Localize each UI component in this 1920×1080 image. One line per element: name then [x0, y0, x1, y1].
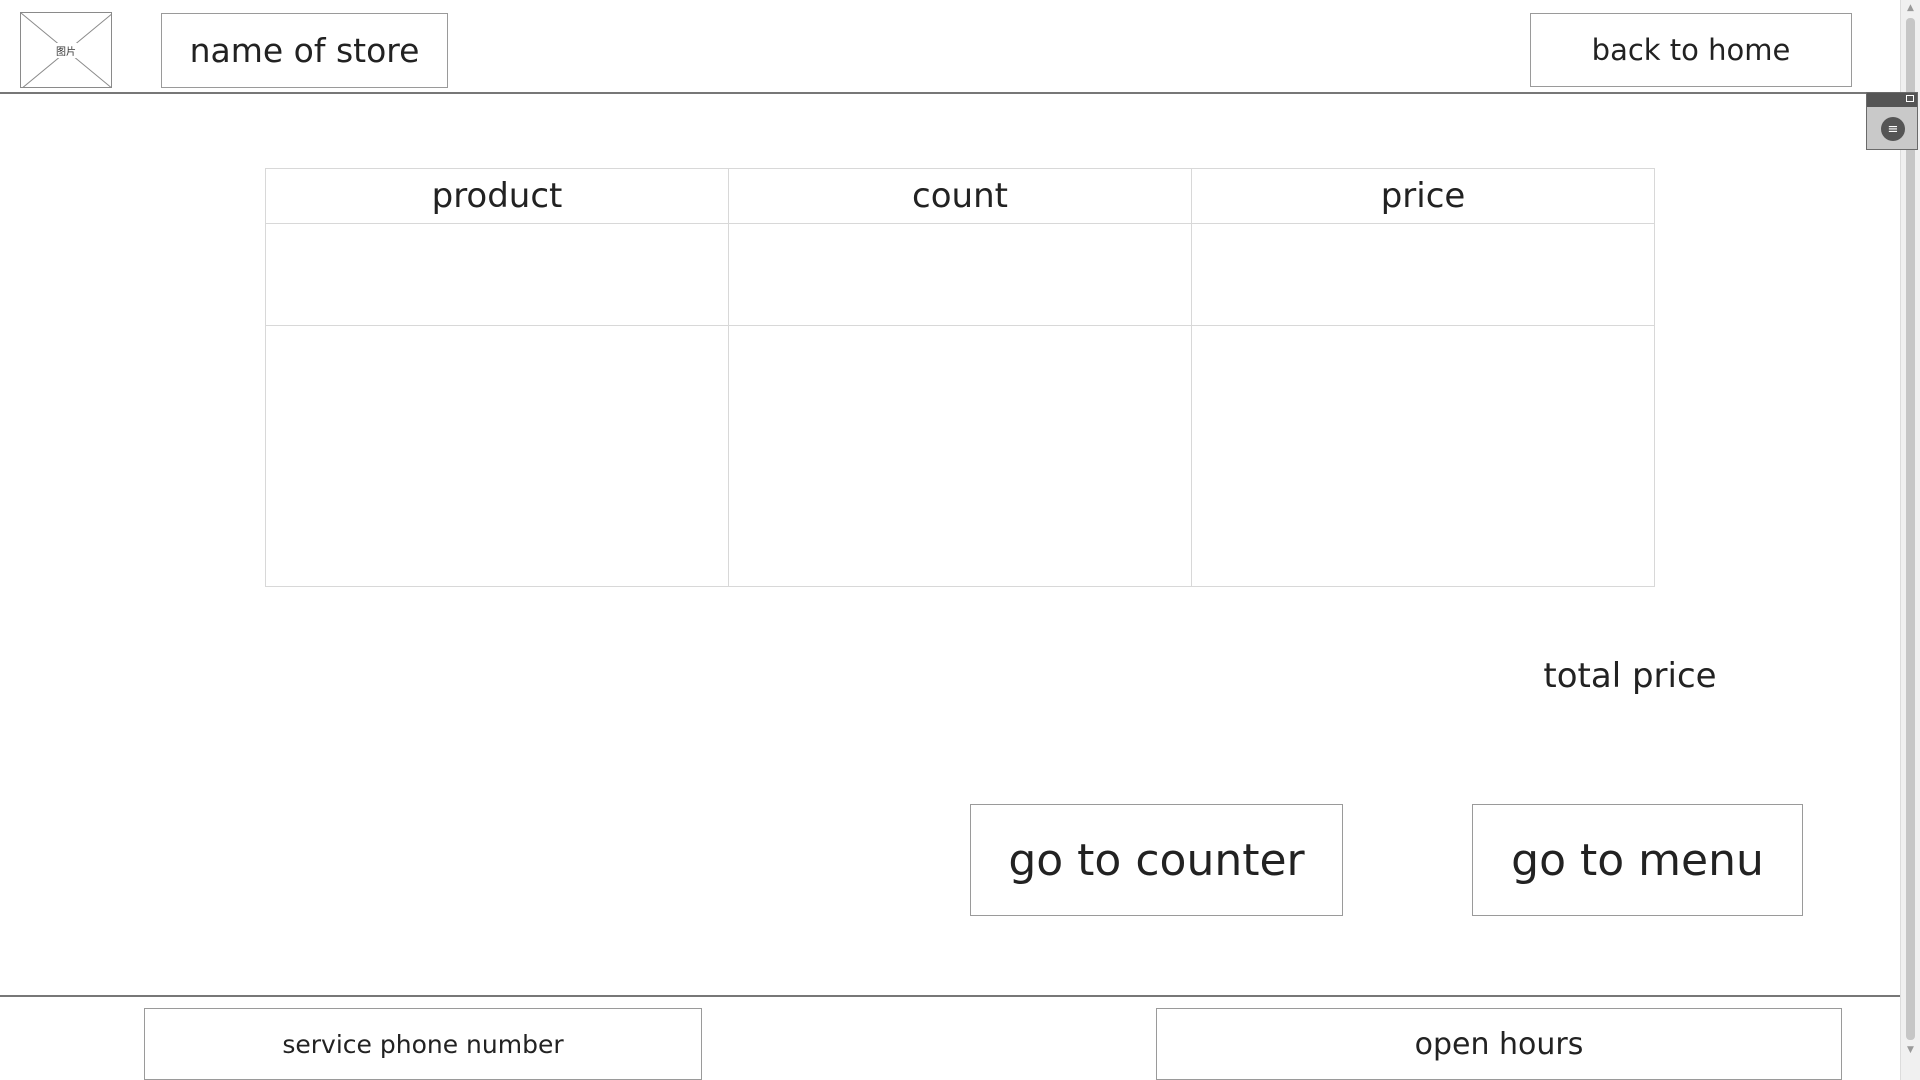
menu-icon[interactable]: ≡ — [1881, 117, 1905, 141]
product-cell — [265, 325, 729, 587]
count-cell — [728, 223, 1192, 326]
table-row — [265, 223, 1655, 326]
total-price-label: total price — [1543, 656, 1717, 696]
column-header-count: count — [728, 168, 1192, 224]
chevron-up-icon[interactable]: ▲ — [1901, 0, 1920, 16]
table-row — [265, 325, 1655, 587]
widget-title-bar — [1867, 93, 1917, 107]
minimize-icon[interactable] — [1906, 95, 1914, 102]
chevron-down-icon[interactable]: ▼ — [1901, 1042, 1920, 1058]
store-logo-placeholder: 图片 — [20, 12, 112, 88]
column-header-price: price — [1191, 168, 1655, 224]
count-cell — [728, 325, 1192, 587]
logo-placeholder-label: 图片 — [55, 42, 77, 58]
service-phone-number: service phone number — [144, 1008, 702, 1080]
column-header-product: product — [265, 168, 729, 224]
store-name: name of store — [161, 13, 448, 88]
price-cell — [1191, 223, 1655, 326]
floating-widget[interactable]: ≡ — [1866, 92, 1918, 150]
go-to-menu-button[interactable]: go to menu — [1472, 804, 1803, 916]
open-hours: open hours — [1156, 1008, 1842, 1080]
back-to-home-button[interactable]: back to home — [1530, 13, 1852, 87]
price-cell — [1191, 325, 1655, 587]
scrollbar-thumb[interactable] — [1906, 18, 1915, 1040]
table-header-row: product count price — [265, 168, 1655, 224]
product-cell — [265, 223, 729, 326]
go-to-counter-button[interactable]: go to counter — [970, 804, 1343, 916]
footer-divider — [0, 995, 1900, 997]
vertical-scrollbar[interactable]: ▲ ▼ — [1900, 0, 1920, 1080]
order-table: product count price — [265, 168, 1655, 587]
header-divider — [0, 92, 1900, 94]
cart-page: 图片 name of store back to home product co… — [0, 0, 1920, 1080]
